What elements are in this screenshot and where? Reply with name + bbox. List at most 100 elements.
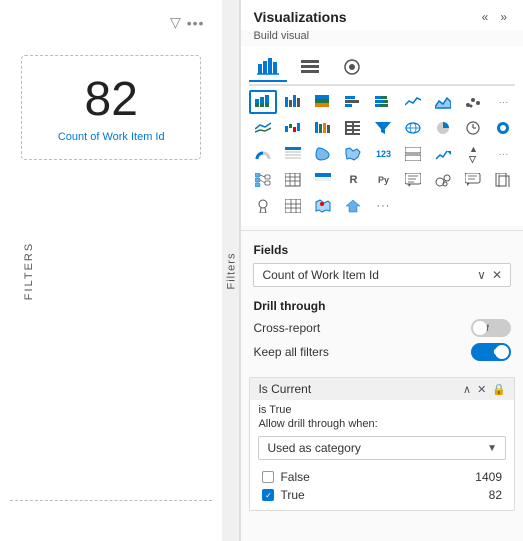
keep-filters-row: Keep all filters On [253, 343, 511, 361]
drill-through-section: Drill through Cross-report Off Keep all … [241, 291, 523, 371]
chart-icon-gauge[interactable] [249, 142, 277, 166]
true-value: 82 [489, 488, 502, 502]
chart-icon-stacked-bar[interactable] [249, 90, 277, 114]
cross-report-toggle-label: Off [475, 323, 490, 333]
lock-icon[interactable]: 🔒 [492, 383, 506, 396]
true-checkbox[interactable] [262, 489, 274, 501]
next-arrow-button[interactable]: » [496, 8, 511, 26]
chart-icon-shape[interactable] [309, 142, 337, 166]
is-current-header: Is Current ∧ ✕ 🔒 [250, 378, 514, 400]
drill-through-label: Drill through [253, 299, 511, 313]
chart-icon-filled-map[interactable] [339, 142, 367, 166]
is-current-section: Is Current ∧ ✕ 🔒 is True Allow drill thr… [249, 377, 515, 511]
left-panel: ▽ ••• 82 Count of Work Item Id Filters [0, 0, 222, 541]
chart-icon-line[interactable] [399, 90, 427, 114]
dropdown-arrow-icon: ▼ [487, 443, 497, 454]
sidebar-filter-strip: Filters [222, 0, 240, 541]
chart-icon-map[interactable] [399, 116, 427, 140]
filters-vertical-label: Filters [23, 241, 35, 299]
prev-arrow-button[interactable]: « [478, 8, 493, 26]
filter-bar: ▽ ••• [10, 10, 212, 35]
keep-filters-toggle-label: On [494, 347, 508, 357]
chart-icon-pie[interactable] [429, 116, 457, 140]
tab-fields[interactable] [291, 54, 329, 82]
chart-icon-donut[interactable] [489, 116, 517, 140]
chart-icon-more-row3[interactable]: ··· [489, 142, 517, 166]
field-tag-work-item[interactable]: Count of Work Item Id ∨ ✕ [253, 263, 511, 287]
tab-build-visual[interactable] [249, 54, 287, 82]
chart-icon-scatter[interactable] [459, 90, 487, 114]
remove-field-icon[interactable]: ✕ [492, 268, 502, 282]
false-value: 1409 [475, 470, 502, 484]
expand-up-icon[interactable]: ∧ [463, 383, 471, 396]
list-item: True 82 [258, 486, 506, 504]
chart-icon-stacked-bar-h[interactable] [369, 90, 397, 114]
chart-icon-123[interactable]: 123 [369, 142, 397, 166]
viz-panel-title: Visualizations [253, 9, 346, 25]
sidebar-filter-label: Filters [225, 252, 237, 289]
chart-icon-area[interactable] [429, 90, 457, 114]
chart-icon-arrow[interactable] [339, 194, 367, 218]
is-current-actions: ∧ ✕ 🔒 [463, 383, 506, 396]
chart-icon-comment[interactable] [459, 168, 487, 192]
chart-icon-100pct-bar[interactable] [309, 90, 337, 114]
visualizations-panel: Visualizations « » Build visual [240, 0, 523, 541]
fields-label: Fields [253, 243, 511, 257]
filter-values-list: False 1409 True 82 [258, 466, 506, 504]
chart-icon-table[interactable] [279, 142, 307, 166]
true-label: True [280, 488, 304, 502]
cross-report-row: Cross-report Off [253, 319, 511, 337]
chart-icon-matrix2[interactable] [279, 168, 307, 192]
false-checkbox[interactable] [262, 471, 274, 483]
chart-icon-text[interactable]: ▲▽ [459, 142, 487, 166]
chart-icon-Py[interactable]: Py [369, 168, 397, 192]
list-item: False 1409 [258, 468, 506, 486]
chart-icon-clock[interactable] [459, 116, 487, 140]
allow-drill-text: Allow drill through when: [258, 418, 506, 430]
viz-header: Visualizations « » [241, 0, 523, 30]
used-category-dropdown[interactable]: Used as category ▼ [258, 436, 506, 460]
chart-icon-clustered-bar[interactable] [279, 90, 307, 114]
chart-icon-award[interactable] [249, 194, 277, 218]
chart-icon-R[interactable]: R [339, 168, 367, 192]
chart-icon-ribbon[interactable] [309, 116, 337, 140]
chart-type-grid: ··· [249, 90, 515, 218]
is-current-body: is True Allow drill through when: Used a… [250, 400, 514, 510]
chart-icon-kpi[interactable] [429, 142, 457, 166]
chart-icon-decomptree[interactable] [249, 168, 277, 192]
build-visual-label: Build visual [241, 30, 523, 46]
chart-icon-paginated[interactable] [489, 168, 517, 192]
keep-filters-toggle[interactable]: On [471, 343, 511, 361]
metric-value: 82 [85, 72, 138, 127]
chart-icon-smart-narrative[interactable] [399, 168, 427, 192]
dropdown-value: Used as category [267, 441, 360, 455]
is-current-title: Is Current [258, 382, 311, 396]
chart-icon-more-ellipsis[interactable]: ··· [369, 194, 397, 218]
remove-icon[interactable]: ✕ [477, 383, 486, 396]
chart-icon-matrix[interactable] [339, 116, 367, 140]
chart-icon-waterfall[interactable] [279, 116, 307, 140]
chart-icon-multi-row-card[interactable] [399, 142, 427, 166]
tab-format[interactable] [333, 54, 371, 82]
fields-section: Fields Count of Work Item Id ∨ ✕ [241, 235, 523, 291]
is-true-text: is True [258, 404, 506, 416]
chart-icon-bar-h[interactable] [339, 90, 367, 114]
keep-filters-label: Keep all filters [253, 345, 328, 359]
expand-icon[interactable]: ∨ [477, 268, 486, 282]
chart-icon-more-row1[interactable]: ··· [489, 90, 517, 114]
chart-icon-filter[interactable] [369, 116, 397, 140]
metric-label: Count of Work Item Id [58, 131, 165, 143]
cross-report-toggle[interactable]: Off [471, 319, 511, 337]
field-tag-name: Count of Work Item Id [262, 268, 379, 282]
section-divider-1 [241, 230, 523, 231]
filter-icon[interactable]: ▽ [170, 14, 181, 31]
chart-icon-map2[interactable] [309, 194, 337, 218]
false-label: False [280, 470, 309, 484]
chart-icon-bubble[interactable] [429, 168, 457, 192]
metric-card: 82 Count of Work Item Id [21, 55, 201, 160]
chart-icon-line2[interactable] [249, 116, 277, 140]
chart-icon-table3[interactable] [279, 194, 307, 218]
dotted-divider [10, 500, 212, 501]
more-options-icon[interactable]: ••• [187, 15, 205, 31]
chart-icon-table2[interactable] [309, 168, 337, 192]
